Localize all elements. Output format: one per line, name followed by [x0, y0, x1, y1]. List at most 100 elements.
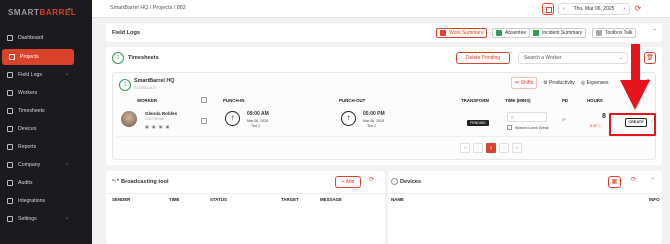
breadcrumb[interactable]: SmartBarrel HQ / Projects / 882: [110, 5, 186, 11]
time-mins-input[interactable]: 0: [507, 112, 547, 122]
sidebar-item-field-logs[interactable]: Field Logs ‹: [0, 67, 92, 83]
timesheets-count-badge: 1: [112, 52, 124, 64]
work-summary-label: Work Summary: [449, 30, 484, 36]
project-count-badge: 1: [119, 79, 131, 91]
status-badge: PENDING: [467, 120, 489, 126]
tab-shifts[interactable]: ⚯ Shifts: [511, 77, 538, 89]
row-checkbox[interactable]: [201, 118, 207, 124]
first-page-button[interactable]: «: [460, 143, 470, 153]
chevron-left-icon: ‹: [66, 162, 68, 168]
sidebar-item-workers[interactable]: Workers: [0, 85, 92, 101]
sidebar-item-integrations[interactable]: Integrations: [0, 193, 92, 209]
sidebar-item-settings[interactable]: Settings ‹: [0, 211, 92, 227]
prev-page-button[interactable]: ‹: [473, 143, 483, 153]
incident-summary-button[interactable]: Incident Summary: [529, 28, 587, 38]
broadcasting-title: “·” Broadcasting tool: [112, 179, 169, 185]
sidebar-item-label: Dashboard: [18, 35, 44, 41]
collapse-sidebar-icon[interactable]: ⇤: [68, 6, 73, 13]
delete-pending-label: Delete Pending: [465, 55, 501, 61]
sidebar-item-label: Timesheets: [18, 108, 45, 114]
punch-out-date: Mar 06, 2025: [363, 119, 385, 123]
punch-in-icon[interactable]: ↑: [225, 111, 240, 126]
broadcasting-title-text: Broadcasting tool: [121, 179, 169, 185]
field-logs-bar: Field Logs Work Summary Absentee Inciden…: [106, 24, 662, 42]
row-divider: [117, 136, 653, 137]
project-subtitle: SCHEDULE: [134, 85, 156, 90]
sidebar-item-devices[interactable]: Devices: [0, 121, 92, 137]
sidebar-item-label: Settings: [18, 216, 37, 222]
add-broadcast-button[interactable]: + Add: [335, 176, 361, 188]
refresh-icon[interactable]: ⟳: [369, 176, 374, 183]
column-header-punch-out: PUNCH-OUT: [339, 98, 366, 103]
calendar-icon[interactable]: [542, 3, 554, 15]
worker-id: G00738498: [145, 117, 164, 121]
prev-date-icon[interactable]: ‹: [563, 6, 565, 12]
annotation-arrow-icon: [620, 44, 650, 110]
sidebar-item-dashboard[interactable]: Dashboard: [0, 30, 92, 46]
sidebar-item-projects[interactable]: Projects: [2, 49, 74, 65]
dashboard-icon: [7, 35, 13, 41]
column-header-status: STATUS: [210, 197, 227, 202]
sidebar-item-label: Reports: [18, 144, 37, 150]
pd-icon[interactable]: ⊳: [562, 117, 566, 123]
absentee-button[interactable]: Absentee: [492, 28, 531, 38]
projects-icon: [9, 54, 15, 60]
sidebar-item-label: Workers: [18, 90, 38, 96]
collapse-up-icon[interactable]: ⌃: [650, 177, 655, 184]
grid-view-icon[interactable]: ▦: [608, 176, 621, 188]
integrations-icon: [7, 198, 13, 204]
tab-productivity[interactable]: ⚙ Productivity: [543, 80, 575, 86]
broadcasting-panel: “·” Broadcasting tool + Add ⟳ SENDER TIM…: [106, 171, 385, 244]
tab-expenses-label: Expenses: [586, 80, 609, 86]
sidebar-item-company[interactable]: Company ‹: [0, 157, 92, 173]
page-button[interactable]: 1: [486, 143, 496, 153]
logo[interactable]: SMARTBARREL: [8, 6, 76, 18]
toolbox-talk-button[interactable]: Toolbox Talk: [592, 28, 637, 38]
sidebar-item-timesheets[interactable]: Timesheets: [0, 103, 92, 119]
worked-lunch-checkbox[interactable]: Worked Lunch Break: [507, 125, 549, 130]
punch-in-terminal: Tert 2: [251, 124, 260, 128]
search-worker-placeholder: Search a Worker: [524, 55, 562, 61]
column-header-info: INFO: [649, 197, 660, 202]
column-header-name: NAME: [391, 197, 404, 202]
next-date-icon[interactable]: ›: [623, 6, 625, 12]
refresh-icon[interactable]: ⟳: [631, 176, 636, 183]
chevron-left-icon: ‹: [66, 216, 68, 222]
sidebar-item-label: Devices: [18, 126, 37, 132]
megaphone-icon: “·”: [112, 179, 120, 185]
column-header-time: TIME: [169, 197, 180, 202]
collapse-up-icon[interactable]: ⌃: [652, 28, 657, 35]
field-logs-title: Field Logs: [112, 30, 140, 36]
avatar: [121, 111, 137, 127]
worked-lunch-label: Worked Lunch Break: [515, 125, 549, 130]
sidebar-item-audits[interactable]: Audits: [0, 175, 92, 191]
work-summary-button[interactable]: Work Summary: [436, 28, 488, 38]
absentee-label: Absentee: [505, 30, 527, 36]
select-all-checkbox[interactable]: [201, 97, 207, 103]
date-picker[interactable]: ‹ Thu, Mar 06, 2025 ›: [558, 3, 630, 15]
devices-panel: Devices ▦ ⟳ ⌃ NAME INFO: [388, 171, 662, 244]
sidebar-item-label: Integrations: [18, 198, 46, 204]
column-header-pd: PD: [562, 98, 569, 103]
tab-productivity-label: Productivity: [548, 80, 575, 86]
tab-expenses[interactable]: ◎ Expenses: [581, 80, 609, 86]
worker-name[interactable]: Glenda Robles: [145, 111, 177, 116]
sidebar-item-label: Company: [18, 162, 41, 168]
last-page-button[interactable]: »: [512, 143, 522, 153]
punch-out-icon[interactable]: ↑: [341, 111, 356, 126]
tab-shifts-label: Shifts: [520, 80, 534, 86]
refresh-icon[interactable]: ⟳: [632, 3, 644, 15]
column-header-message: MESSAGE: [320, 197, 342, 202]
delete-pending-button[interactable]: Delete Pending: [456, 52, 510, 64]
punch-out-terminal: Tert 2: [367, 124, 376, 128]
settings-icon: [7, 216, 13, 222]
sidebar-item-reports[interactable]: Reports: [0, 139, 92, 155]
next-page-button[interactable]: ›: [499, 143, 509, 153]
annotation-highlight-box: [609, 113, 656, 136]
hours-value: 8: [602, 113, 606, 120]
devices-status-icon: [391, 178, 398, 185]
timesheets-panel: 1 Timesheets Delete Pending Search a Wor…: [106, 47, 662, 165]
column-header-worker: WORKER: [137, 98, 158, 103]
logo-text-1: SMART: [8, 7, 40, 17]
sidebar: SMARTBARREL ⇤ Dashboard Projects Field L…: [0, 0, 92, 244]
